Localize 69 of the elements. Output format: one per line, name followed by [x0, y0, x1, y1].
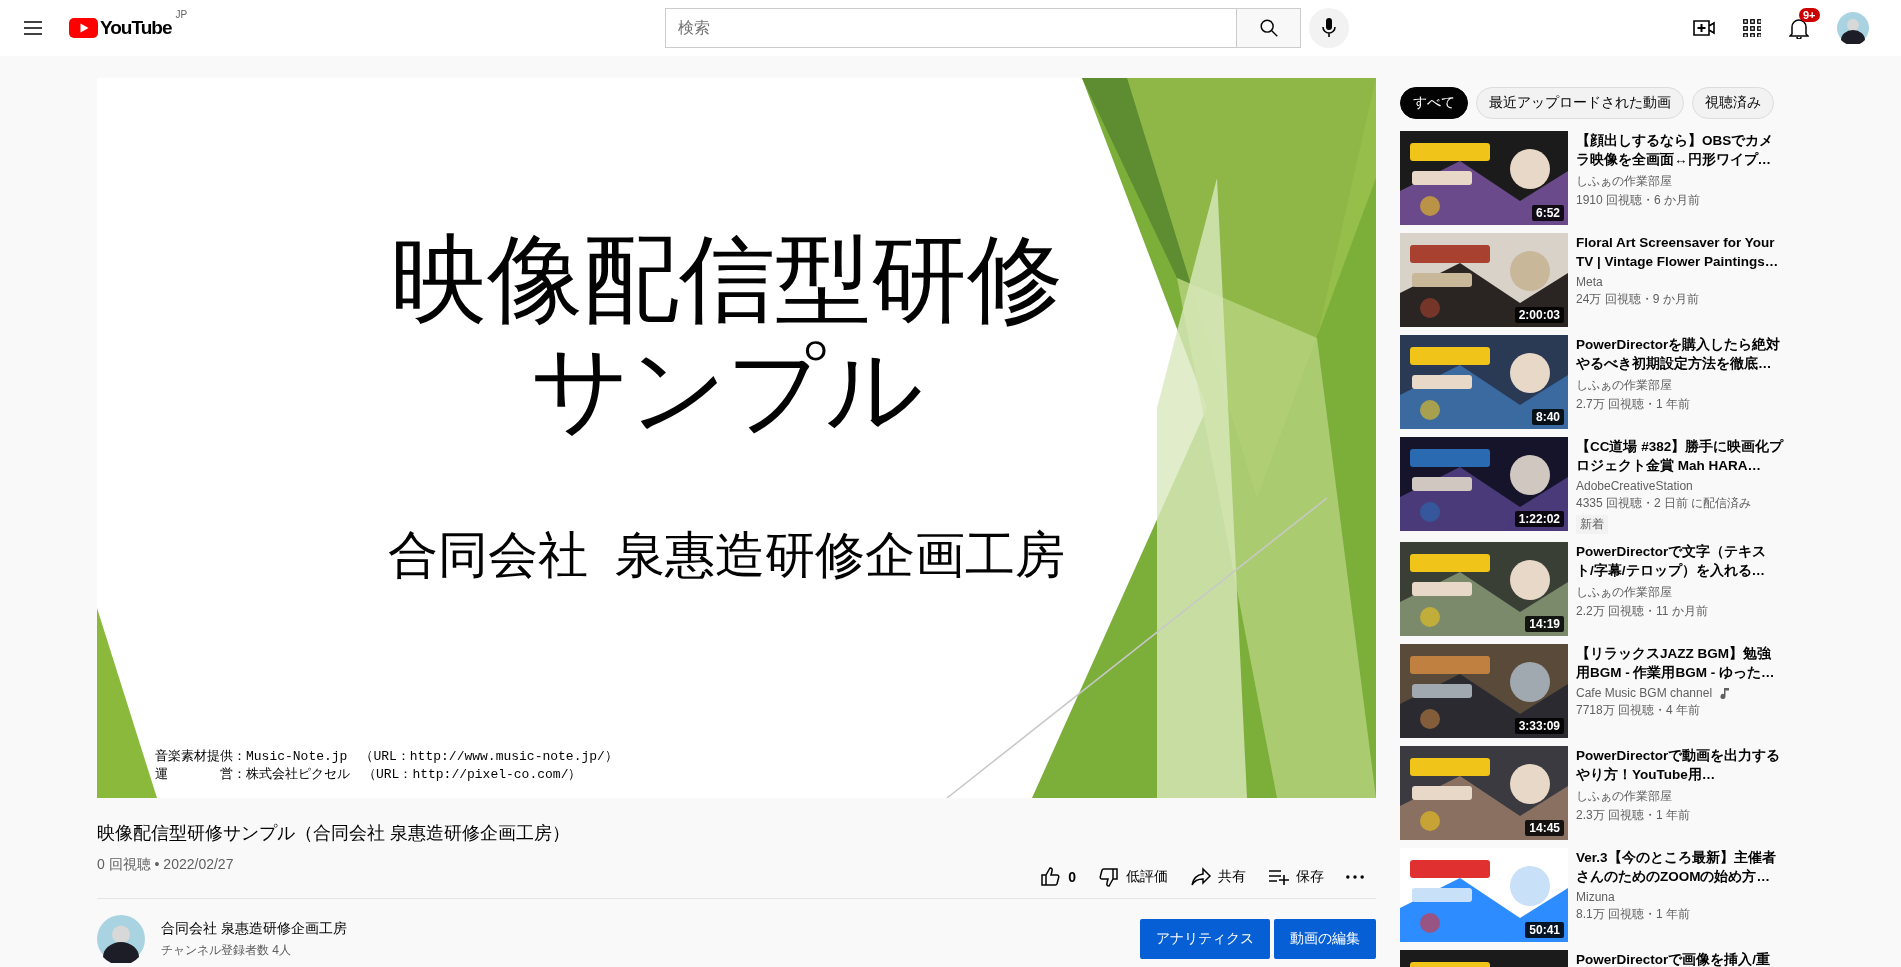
analytics-button[interactable]: アナリティクス	[1140, 919, 1270, 959]
create-video-icon[interactable]	[1693, 20, 1715, 36]
dislike-button[interactable]: 低評価	[1094, 864, 1172, 890]
thumbs-down-icon	[1098, 866, 1120, 888]
channel-name[interactable]: しふぁの作業部屋	[1576, 377, 1672, 394]
apps-grid-icon[interactable]	[1743, 19, 1761, 37]
slide-title: サンプル	[530, 334, 923, 444]
new-badge: 新着	[1576, 515, 1608, 534]
view-count-date: 2.7万 回視聴・1 年前	[1576, 396, 1691, 413]
channel-name[interactable]: しふぁの作業部屋	[1576, 788, 1672, 805]
search-button[interactable]	[1237, 8, 1301, 48]
view-count-date: 0 回視聴 • 2022/02/27	[97, 856, 234, 874]
edit-video-button[interactable]: 動画の編集	[1274, 919, 1376, 959]
view-count-date: 2.3万 回視聴・1 年前	[1576, 807, 1691, 824]
video-duration: 14:19	[1525, 616, 1564, 632]
channel-name[interactable]: Meta	[1576, 275, 1603, 289]
video-duration: 50:41	[1525, 922, 1564, 938]
video-duration: 2:00:03	[1514, 307, 1564, 323]
video-duration: 6:52	[1531, 205, 1564, 221]
credit-line: 運 営：株式会社ピクセル （URL：http://pixel-co.com/）	[155, 766, 583, 784]
channel-name[interactable]: Cafe Music BGM channel	[1576, 686, 1731, 700]
view-count-date: 8.1万 回視聴・1 年前	[1576, 906, 1691, 923]
video-duration: 14:45	[1525, 820, 1564, 836]
filter-chip[interactable]: すべて	[1400, 87, 1468, 119]
channel-name[interactable]: AdobeCreativeStation	[1576, 479, 1693, 493]
view-count-date: 1910 回視聴・6 か月前	[1576, 192, 1701, 209]
channel-name[interactable]: しふぁの作業部屋	[1576, 584, 1672, 601]
video-player[interactable]: 映像配信型研修 サンプル 合同会社 泉惠造研修企画工房 音楽素材提供：Music-Note.jp （URL：http://www.music-note.jp/） 運 営：株式会社ピクセル （URL：http://pixel-co.com/）	[97, 78, 1376, 798]
video-title[interactable]: Floral Art Screensaver for Your TV | Vintage Flower Paintings…	[1576, 233, 1784, 271]
channel-name[interactable]: Mizuna	[1576, 890, 1615, 904]
region-code: JP	[175, 9, 188, 20]
share-arrow-icon	[1190, 866, 1212, 888]
video-title[interactable]: 【顔出しするなら】OBSでカメラ映像を全画面↔円形ワイプ…	[1576, 131, 1784, 169]
like-button[interactable]: 0	[1036, 864, 1080, 890]
channel-avatar[interactable]	[97, 915, 145, 963]
view-count-date: 7718万 回視聴・4 年前	[1576, 702, 1701, 719]
save-button[interactable]: 保存	[1264, 864, 1328, 890]
video-duration: 3:33:09	[1514, 718, 1564, 734]
view-count-date: 24万 回視聴・9 か月前	[1576, 291, 1699, 308]
video-title[interactable]: PowerDirectorで画像を挿入/重	[1576, 950, 1771, 967]
share-button[interactable]: 共有	[1186, 864, 1250, 890]
notification-badge: 9+	[1799, 8, 1820, 22]
video-duration: 8:40	[1531, 409, 1564, 425]
slide-subtitle: 合同会社 泉惠造研修企画工房	[387, 526, 1066, 585]
video-duration: 1:22:02	[1514, 511, 1564, 527]
credit-line: 音楽素材提供：Music-Note.jp （URL：http://www.music-note.jp/）	[155, 748, 618, 766]
avatar[interactable]	[1837, 12, 1869, 44]
video-title[interactable]: 【CC道場 #382】勝手に映画化プロジェクト金賞 Mah HARA…	[1576, 437, 1784, 475]
more-icon	[1346, 875, 1364, 879]
video-title[interactable]: PowerDirectorを購入したら絶対やるべき初期設定方法を徹底…	[1576, 335, 1784, 373]
video-title[interactable]: PowerDirectorで文字（テキスト/字幕/テロップ）を入れる…	[1576, 542, 1784, 580]
search-field[interactable]: 検索	[665, 8, 1237, 48]
bell-icon[interactable]	[1789, 17, 1809, 39]
filter-chip[interactable]: 視聴済み	[1692, 87, 1774, 119]
video-title[interactable]: 【リラックスJAZZ BGM】勉強用BGM - 作業用BGM - ゆった…	[1576, 644, 1784, 682]
filter-chip[interactable]: 最近アップロードされた動画	[1476, 87, 1684, 119]
microphone-icon	[1322, 18, 1336, 38]
channel-name[interactable]: 合同会社 泉惠造研修企画工房	[161, 919, 1124, 938]
voice-search-button[interactable]	[1309, 8, 1349, 48]
slide-title: 映像配信型研修	[390, 224, 1063, 334]
video-title[interactable]: PowerDirectorで動画を出力するやり方！YouTube用…	[1576, 746, 1784, 784]
video-title: 映像配信型研修サンプル（合同会社 泉惠造研修企画工房）	[97, 822, 571, 845]
view-count-date: 4335 回視聴・2 日前 に配信済み	[1576, 495, 1752, 512]
video-title[interactable]: Ver.3【今のところ最新】主催者さんのためのZOOMの始め方…	[1576, 848, 1784, 886]
view-count-date: 2.2万 回視聴・11 か月前	[1576, 603, 1708, 620]
play-logo-icon	[69, 18, 98, 38]
channel-name[interactable]: しふぁの作業部屋	[1576, 173, 1672, 190]
logo-text[interactable]: YouTube	[100, 17, 172, 39]
subscriber-count: チャンネル登録者数 4人	[161, 941, 292, 959]
